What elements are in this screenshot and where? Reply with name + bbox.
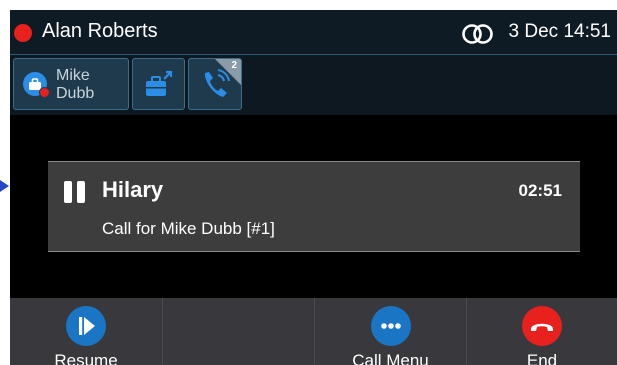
contact-avatar-icon bbox=[23, 72, 50, 98]
caller-name: Hilary bbox=[102, 177, 164, 202]
presence-status-icon bbox=[14, 24, 32, 42]
play-icon bbox=[66, 306, 106, 346]
end-softkey[interactable]: End bbox=[466, 298, 617, 365]
call-count-badge bbox=[215, 59, 241, 85]
empty-softkey bbox=[162, 298, 314, 365]
resume-softkey[interactable]: Resume bbox=[10, 298, 162, 365]
call-menu-softkey[interactable]: Call Menu bbox=[314, 298, 466, 365]
phone-screen: Alan Roberts 3 Dec 14:51 Mike Dubb 2 Hil… bbox=[10, 10, 617, 365]
pause-icon bbox=[64, 181, 86, 203]
more-icon bbox=[370, 306, 411, 346]
selection-arrow-icon bbox=[0, 180, 9, 192]
line-keys-bar: Mike Dubb 2 bbox=[10, 55, 617, 115]
busy-presence-icon bbox=[39, 87, 50, 98]
call-count: 2 bbox=[231, 60, 237, 71]
call-timer: 02:51 bbox=[518, 181, 562, 200]
resume-label: Resume bbox=[54, 351, 118, 365]
call-menu-label: Call Menu bbox=[352, 351, 429, 365]
call-description: Call for Mike Dubb [#1] bbox=[102, 219, 275, 238]
hangup-icon bbox=[522, 306, 562, 346]
calls-line-key[interactable]: 2 bbox=[188, 58, 242, 110]
linked-rings-icon bbox=[462, 24, 493, 44]
softkey-bar: Resume Call Menu End bbox=[10, 298, 617, 365]
end-label: End bbox=[526, 351, 558, 365]
transfer-line-key[interactable] bbox=[132, 58, 185, 110]
contact-line-key[interactable]: Mike Dubb bbox=[13, 58, 129, 110]
status-bar: Alan Roberts 3 Dec 14:51 bbox=[10, 10, 617, 55]
held-call-card[interactable]: Hilary 02:51 Call for Mike Dubb [#1] bbox=[48, 161, 580, 252]
briefcase-transfer-icon bbox=[146, 70, 173, 96]
user-name: Alan Roberts bbox=[42, 20, 158, 42]
contact-name: Mike Dubb bbox=[56, 67, 95, 102]
date-time: 3 Dec 14:51 bbox=[508, 21, 611, 42]
